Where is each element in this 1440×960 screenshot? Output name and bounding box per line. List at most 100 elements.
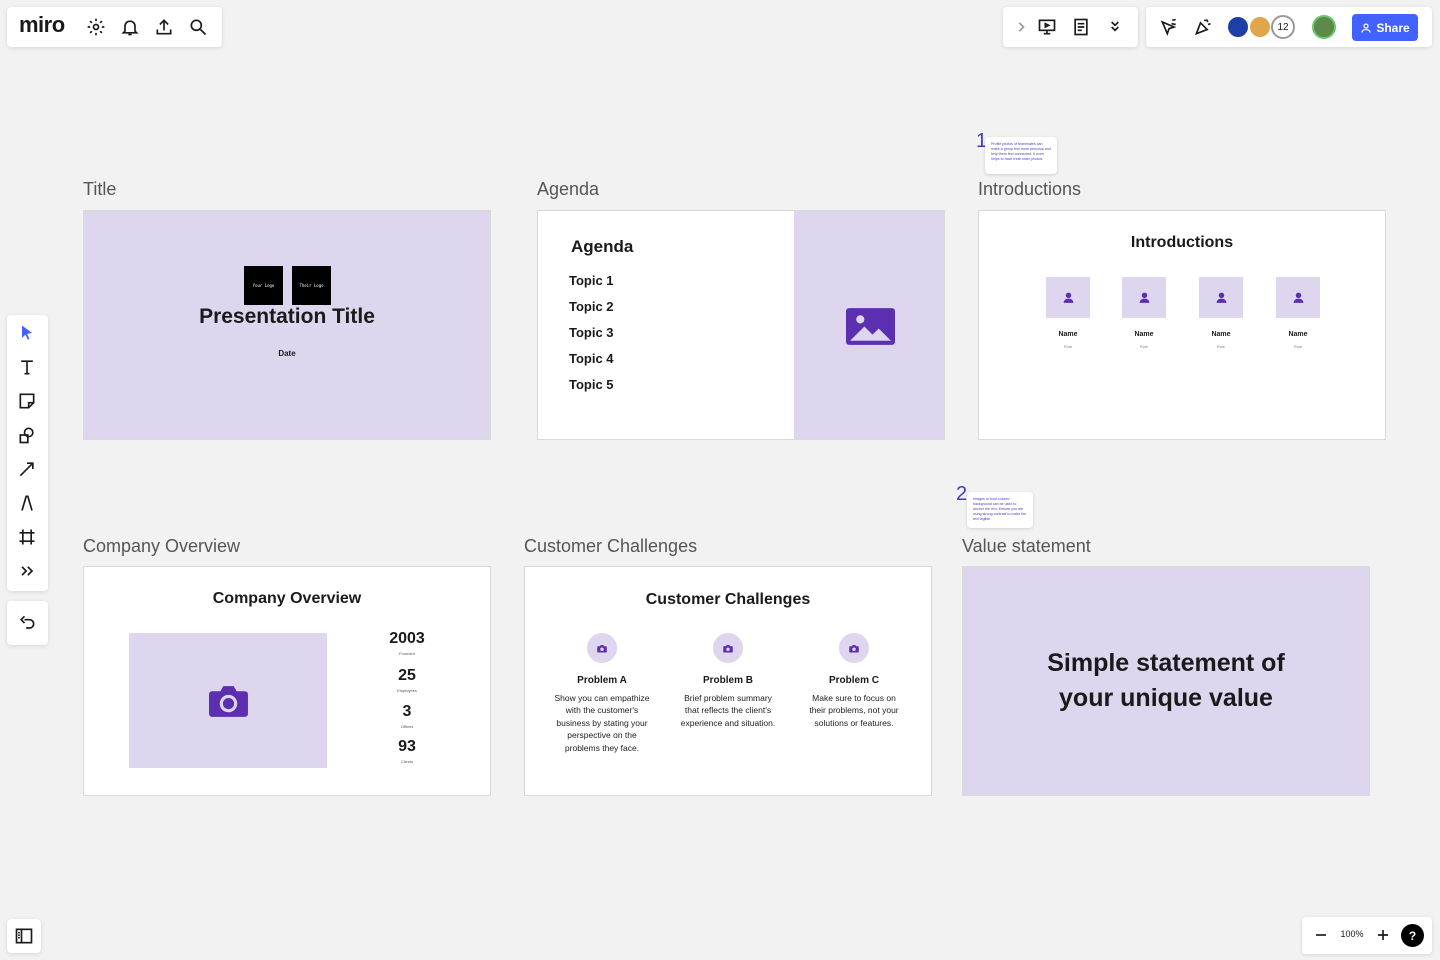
shapes-tool[interactable] (10, 420, 44, 450)
frame-customer-challenges[interactable]: Customer Challenges Problem A Problem B … (524, 566, 932, 796)
user-icon (1361, 22, 1371, 33)
search-icon[interactable] (184, 13, 212, 41)
person-icon (1293, 292, 1303, 303)
collaborator-avatar[interactable] (1248, 15, 1272, 39)
collaborator-count-badge[interactable]: 12 (1271, 15, 1295, 39)
frame-label-agenda[interactable]: Agenda (537, 179, 599, 200)
presentation-date: Date (278, 349, 296, 358)
chevron-right-icon[interactable] (1007, 13, 1035, 41)
line-tool[interactable] (10, 454, 44, 484)
their-logo-placeholder: Their Logo (292, 266, 331, 305)
miro-logo[interactable]: miro (19, 12, 65, 38)
problem-title: Problem B (702, 675, 753, 686)
image-icon (845, 307, 895, 345)
sidebar-icon (15, 928, 33, 944)
problem-description: Make sure to focus on their problems, no… (809, 693, 899, 728)
person-name: Name (1134, 331, 1154, 338)
person-photo (1046, 277, 1090, 318)
frame-label-value-statement[interactable]: Value statement (962, 536, 1091, 557)
person-name: Name (1211, 331, 1231, 338)
undo-panel (7, 601, 48, 645)
problem-title: Problem A (577, 675, 627, 686)
your-logo-placeholder: Your Logo (244, 266, 283, 305)
sticky-note-tool[interactable] (10, 386, 44, 416)
stat-value: 25 (398, 667, 416, 684)
frame-tool[interactable] (10, 522, 44, 552)
stat-label: Offices (400, 724, 414, 729)
text-tool[interactable] (10, 352, 44, 382)
agenda-heading: Agenda (571, 237, 634, 256)
frame-value-statement[interactable]: Simple statement of your unique value (962, 566, 1370, 796)
problem-description: Brief problem summary that reflects the … (680, 693, 776, 728)
frame-label-company-overview[interactable]: Company Overview (83, 536, 240, 557)
zoom-in-icon[interactable] (1369, 921, 1397, 949)
presentation-icon[interactable] (1033, 13, 1061, 41)
camera-icon (597, 644, 607, 652)
sticky-note[interactable]: Images or bold colored background can be… (967, 492, 1033, 528)
person-role: Role (1063, 344, 1073, 349)
share-button[interactable]: Share (1352, 14, 1418, 41)
upload-icon[interactable] (150, 13, 178, 41)
agenda-topic: Topic 2 (569, 299, 614, 314)
camera-icon (849, 644, 859, 652)
agenda-topic: Topic 1 (569, 273, 614, 288)
person-role: Role (1216, 344, 1226, 349)
introductions-heading: Introductions (1130, 234, 1234, 251)
double-chevron-down-icon[interactable] (1101, 13, 1129, 41)
problem-icon (713, 633, 743, 663)
camera-icon (208, 686, 248, 717)
share-button-label: Share (1376, 20, 1410, 35)
bell-icon[interactable] (116, 13, 144, 41)
frame-label-customer-challenges[interactable]: Customer Challenges (524, 536, 697, 557)
left-toolbar (7, 315, 48, 591)
stat-label: Clients (400, 759, 414, 764)
person-name: Name (1058, 331, 1078, 338)
person-name: Name (1288, 331, 1308, 338)
frames-panel-toggle[interactable] (7, 919, 41, 953)
agenda-image-placeholder (794, 211, 944, 439)
company-overview-heading: Company Overview (212, 590, 362, 607)
select-tool[interactable] (10, 318, 44, 348)
frame-agenda[interactable]: Agenda Topic 1 Topic 2 Topic 3 Topic 4 T… (537, 210, 945, 440)
problem-icon (839, 633, 869, 663)
note-number: 2 (956, 483, 968, 505)
agenda-topic: Topic 3 (569, 325, 614, 340)
agenda-topic: Topic 5 (569, 377, 614, 392)
zoom-out-icon[interactable] (1307, 921, 1335, 949)
stat-label: Employees (397, 688, 417, 693)
zoom-controls: 100% ? (1302, 917, 1432, 954)
company-photo-placeholder (129, 633, 327, 768)
top-left-toolbar: miro (7, 7, 222, 47)
current-user-avatar[interactable] (1312, 15, 1336, 39)
gear-icon[interactable] (82, 13, 110, 41)
stat-value: 93 (398, 738, 416, 755)
person-photo (1199, 277, 1243, 318)
zoom-level[interactable]: 100% (1337, 929, 1367, 939)
person-role: Role (1139, 344, 1149, 349)
camera-icon (723, 644, 733, 652)
problem-description: Show you can empathize with the customer… (554, 693, 650, 753)
person-photo (1122, 277, 1166, 318)
celebrate-icon[interactable] (1189, 13, 1217, 41)
pen-tool[interactable] (10, 488, 44, 518)
frame-label-title[interactable]: Title (83, 179, 116, 200)
agenda-topic: Topic 4 (569, 351, 614, 366)
person-icon (1216, 292, 1226, 303)
cursor-reaction-icon[interactable] (1155, 13, 1183, 41)
collaborator-avatar[interactable] (1226, 15, 1250, 39)
frame-company-overview[interactable]: Company Overview 2003 Founded 25 Employe… (83, 566, 491, 796)
problem-title: Problem C (828, 675, 879, 686)
undo-icon[interactable] (10, 608, 44, 638)
stat-value: 2003 (389, 630, 425, 647)
person-role: Role (1293, 344, 1303, 349)
stat-label: Founded (399, 651, 415, 656)
person-photo (1276, 277, 1320, 318)
frame-introductions[interactable]: Introductions Name Name Name Name Role R… (978, 210, 1386, 440)
sticky-note[interactable]: Profile photos of teammates can make a g… (985, 137, 1057, 174)
more-tools-icon[interactable] (10, 556, 44, 586)
frame-title[interactable]: Your Logo Their Logo Presentation Title … (83, 210, 491, 440)
stat-value: 3 (402, 703, 412, 720)
frame-label-introductions[interactable]: Introductions (978, 179, 1081, 200)
notes-icon[interactable] (1067, 13, 1095, 41)
help-button[interactable]: ? (1401, 924, 1424, 947)
